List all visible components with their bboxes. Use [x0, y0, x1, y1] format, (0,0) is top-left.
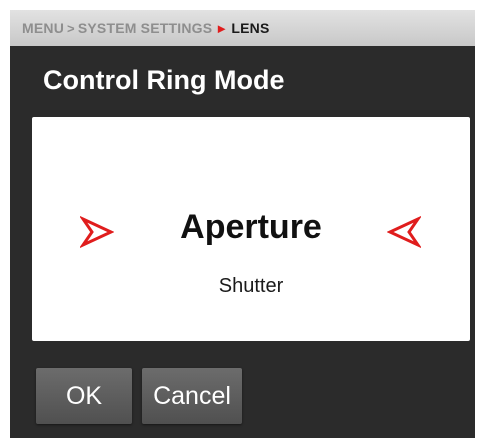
page-title: Control Ring Mode [43, 65, 285, 95]
cancel-button[interactable]: Cancel [142, 368, 242, 424]
control-ring-mode-screen: MENU > SYSTEM SETTINGS ► LENS Control Ri… [10, 10, 475, 438]
breadcrumb-system-settings[interactable]: SYSTEM SETTINGS [78, 20, 212, 36]
chevron-right-icon: ► [215, 20, 229, 36]
breadcrumb: MENU > SYSTEM SETTINGS ► LENS [10, 10, 475, 46]
ok-button[interactable]: OK [36, 368, 132, 424]
breadcrumb-menu[interactable]: MENU [22, 20, 64, 36]
breadcrumb-lens: LENS [231, 20, 270, 36]
value-selector[interactable]: Aperture Shutter [32, 117, 470, 341]
chevron-right-icon: > [67, 20, 75, 36]
arrow-left-icon[interactable] [387, 215, 421, 249]
next-value[interactable]: Shutter [32, 275, 470, 298]
